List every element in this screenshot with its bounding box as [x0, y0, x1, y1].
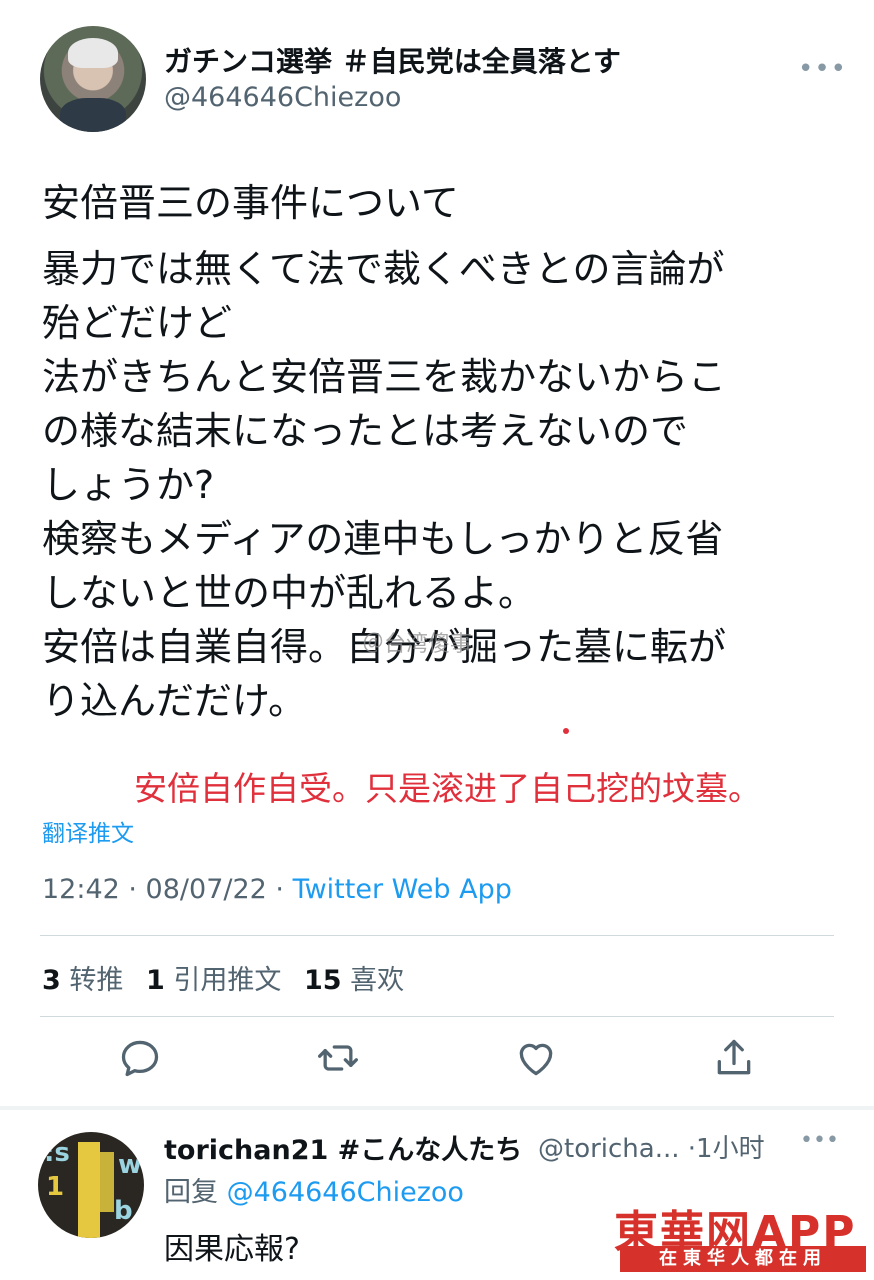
divider — [40, 1016, 834, 1017]
divider — [40, 935, 834, 936]
reply-author-name[interactable]: torichan21 #こんな人たち — [164, 1128, 522, 1167]
action-bar — [40, 1036, 834, 1086]
retweet-icon[interactable] — [316, 1036, 360, 1080]
quotes-stat[interactable]: 1 引用推文 — [146, 965, 281, 996]
translate-tweet-link[interactable]: 翻译推文 — [42, 814, 134, 848]
author-avatar[interactable] — [40, 26, 146, 132]
like-icon[interactable] — [514, 1036, 558, 1080]
reply-to-line: 回复 @464646Chiezoo — [164, 1177, 464, 1208]
reply-text: 因果応報? — [164, 1232, 300, 1267]
tweet-stats: 3 转推 1 引用推文 15 喜欢 — [42, 958, 404, 997]
logo-sub-text: 在東华人都在用 — [620, 1246, 866, 1272]
author-handle[interactable]: @464646Chiezoo — [164, 82, 401, 113]
tweet-timestamp[interactable]: 12:42 · 08/07/22 · — [42, 874, 293, 905]
author-name[interactable]: ガチンコ選挙 ＃自民党は全員落とす — [164, 40, 621, 80]
translation-note: 安倍自作自受。只是滚进了自己挖的坟墓。 — [134, 769, 761, 808]
likes-stat[interactable]: 15 喜欢 — [304, 965, 404, 996]
weibo-watermark: ＠台湾傻事 — [362, 632, 473, 657]
reply-mention-link[interactable]: @464646Chiezoo — [227, 1177, 464, 1208]
retweets-stat[interactable]: 3 转推 — [42, 965, 123, 996]
more-icon[interactable]: ••• — [800, 1128, 839, 1153]
reply-icon[interactable] — [118, 1036, 162, 1080]
tweet-text-title: 安倍晋三の事件について — [42, 181, 459, 225]
reply-avatar[interactable]: :s w 1 b — [38, 1132, 144, 1238]
reply-author-handle[interactable]: @toricha... ·1小时 — [538, 1128, 765, 1165]
tweet-meta: 12:42 · 08/07/22 · Twitter Web App — [42, 874, 512, 905]
source-app-link[interactable]: Twitter Web App — [293, 874, 512, 905]
more-icon[interactable]: ••• — [798, 54, 847, 84]
tweet-header: ガチンコ選挙 ＃自民党は全員落とす @464646Chiezoo ••• — [40, 26, 846, 132]
red-dot — [563, 728, 569, 734]
share-icon[interactable] — [712, 1036, 756, 1080]
app-logo-watermark: 東華网APP 在東华人都在用 — [614, 1196, 866, 1276]
